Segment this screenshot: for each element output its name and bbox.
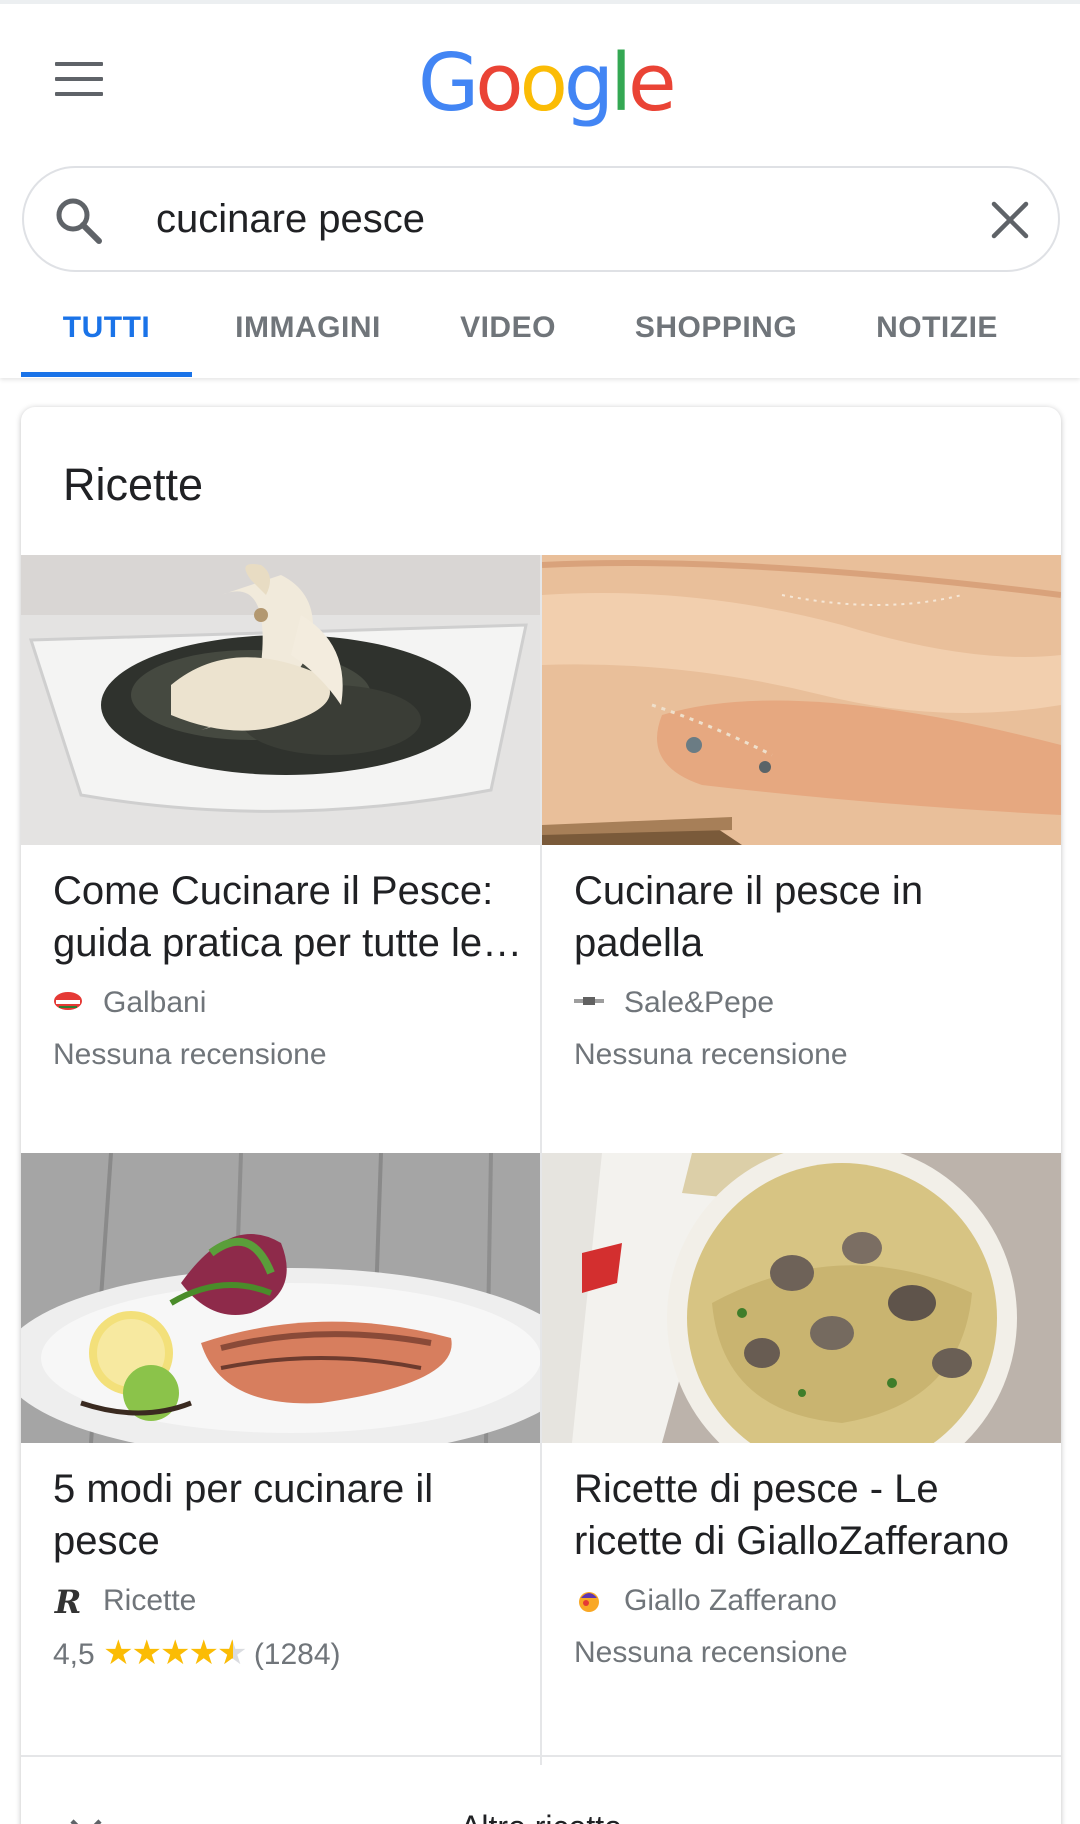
status-divider — [0, 0, 1080, 4]
tab-notizie[interactable]: NOTIZIE — [862, 300, 1012, 378]
grid-divider — [540, 555, 542, 1765]
tab-immagini[interactable]: IMMAGINI — [218, 300, 398, 378]
rating: 4,5 ★★★★★ (1284) — [53, 1633, 341, 1675]
recipe-card[interactable]: Cucinare il pesce in padella Sale&Pepe N… — [542, 555, 1061, 1153]
recipe-card[interactable]: Ricette di pesce - Le ricette di GialloZ… — [542, 1153, 1061, 1751]
recipe-title[interactable]: Ricette di pesce - Le ricette di GialloZ… — [574, 1463, 1054, 1567]
logo-letter: G — [418, 37, 479, 129]
source-name: Galbani — [103, 986, 207, 1019]
tab-tutti[interactable]: TUTTI — [21, 300, 192, 378]
sale-pepe-logo-icon — [574, 997, 604, 1006]
recipe-title-line: pesce — [53, 1519, 160, 1563]
recipe-title[interactable]: 5 modi per cucinare il pesce — [53, 1463, 533, 1567]
card-title: Ricette — [63, 459, 204, 510]
recipe-source: Giallo Zafferano — [574, 1581, 837, 1621]
logo-letter: e — [628, 37, 677, 129]
recipe-title-line: 5 modi per cucinare il — [53, 1467, 434, 1511]
tab-video[interactable]: VIDEO — [448, 300, 568, 378]
recipe-card[interactable]: 5 modi per cucinare il pesce R Ricette 4,… — [21, 1153, 540, 1751]
ricette-logo-icon: R — [54, 1583, 82, 1622]
search-box[interactable] — [22, 166, 1060, 272]
recipe-image — [21, 555, 540, 845]
giallo-zafferano-logo-icon — [579, 1592, 599, 1613]
recipe-title-line: Cucinare il pesce in — [574, 869, 924, 913]
logo-letter: g — [563, 37, 614, 129]
recipe-title-line: ricette di GialloZafferano — [574, 1519, 1010, 1563]
recipe-card[interactable]: Come Cucinare il Pesce: guida pratica pe… — [21, 555, 540, 1153]
active-tab-indicator — [21, 372, 192, 377]
logo-letter: l — [610, 37, 632, 129]
rating-count: (1284) — [253, 1638, 341, 1671]
recipe-source: Sale&Pepe — [574, 983, 774, 1023]
search-tabs: TUTTI IMMAGINI VIDEO SHOPPING NOTIZIE — [0, 300, 1080, 378]
recipe-source: Galbani — [53, 983, 206, 1023]
recipe-title-line: Come Cucinare il Pesce: — [53, 869, 494, 913]
search-input[interactable] — [156, 186, 976, 252]
recipe-image — [542, 555, 1061, 845]
rating-value: 4,5 — [53, 1638, 95, 1671]
google-logo[interactable]: Google — [418, 28, 677, 138]
tab-shopping[interactable]: SHOPPING — [624, 300, 808, 378]
recipes-card: Ricette Come Cucinare il Pesce: guida pr… — [21, 407, 1061, 1824]
more-recipes-label[interactable]: Altre ricette — [21, 1809, 1061, 1824]
recipe-image — [21, 1153, 540, 1443]
recipe-title[interactable]: Cucinare il pesce in padella — [574, 865, 1054, 969]
star-rating-icon: ★★★★★ — [103, 1633, 247, 1673]
source-name: Giallo Zafferano — [624, 1584, 837, 1617]
logo-letter: o — [519, 37, 568, 129]
header: Google TUTTI IMMAGINI VIDEO SHOPPING NOT… — [0, 0, 1080, 378]
recipe-title-line: guida pratica per tutte le… — [53, 921, 523, 965]
recipe-title-line: Ricette di pesce - Le — [574, 1467, 939, 1511]
galbani-logo-icon — [54, 992, 82, 1011]
close-icon[interactable] — [988, 198, 1032, 242]
magnifier-icon[interactable] — [52, 194, 106, 248]
recipe-image — [542, 1153, 1061, 1443]
review-status: Nessuna recensione — [574, 1636, 848, 1669]
recipe-source: R Ricette — [53, 1581, 197, 1622]
review-status: Nessuna recensione — [574, 1038, 848, 1071]
recipe-title[interactable]: Come Cucinare il Pesce: guida pratica pe… — [53, 865, 533, 969]
hamburger-menu-icon[interactable] — [55, 62, 103, 96]
more-recipes-button[interactable]: Altre ricette — [21, 1757, 1061, 1824]
source-name: Ricette — [103, 1584, 197, 1617]
review-status: Nessuna recensione — [53, 1038, 327, 1071]
logo-letter: o — [475, 37, 523, 129]
source-name: Sale&Pepe — [624, 986, 775, 1019]
recipe-title-line: padella — [574, 921, 704, 965]
